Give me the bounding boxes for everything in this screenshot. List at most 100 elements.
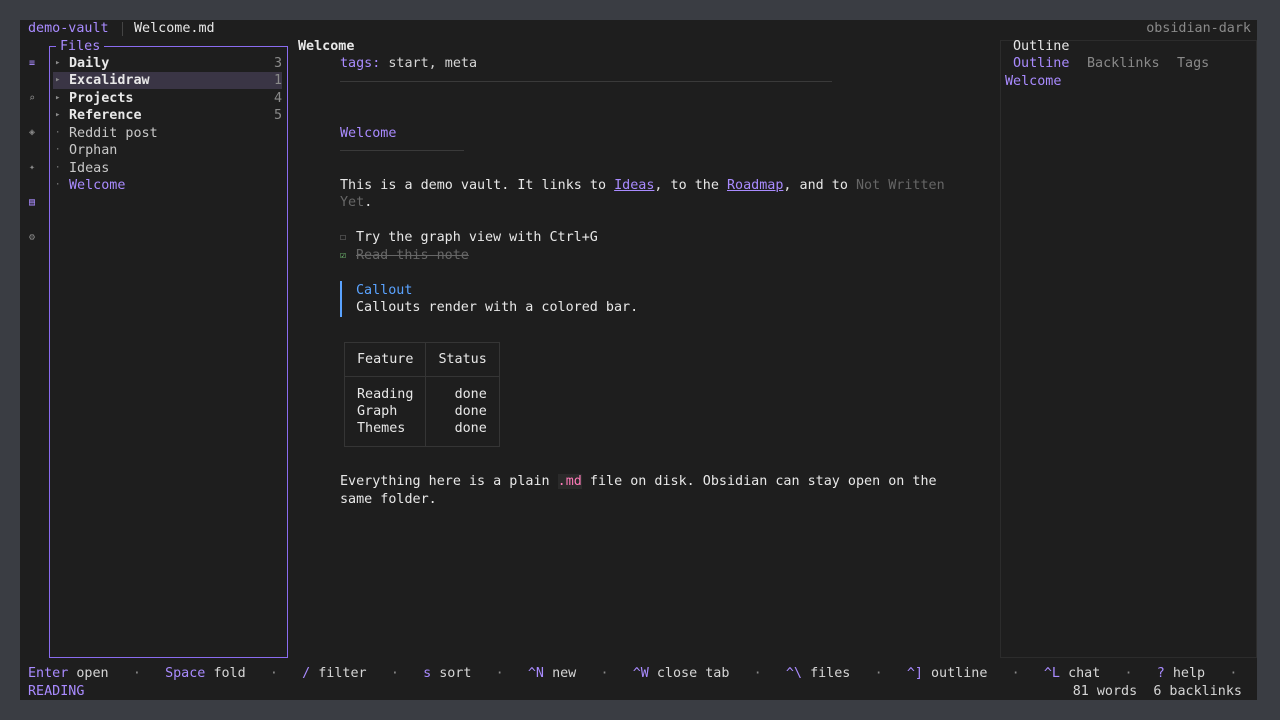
files-icon[interactable]: ≡ <box>26 57 38 71</box>
dot-icon: · <box>55 163 61 173</box>
keybinding-bar: Enter open · Space fold · / filter · s s… <box>28 665 1257 682</box>
tree-item-count: 3 <box>273 56 282 71</box>
mode-indicator: READING <box>28 684 85 699</box>
tree-item-label: Reference <box>69 108 142 123</box>
table-cell: done <box>454 421 487 436</box>
key-space: Space <box>165 666 206 681</box>
chevron-right-icon: ▸ <box>55 93 61 103</box>
key-separator: · <box>1124 666 1133 681</box>
search-icon[interactable]: ⌕ <box>26 92 38 106</box>
tab-backlinks[interactable]: Backlinks <box>1087 55 1160 72</box>
key-label: open <box>76 666 109 681</box>
table-cell: Reading <box>357 387 414 402</box>
tags-value: start, meta <box>388 56 478 71</box>
outline-item-welcome[interactable]: Welcome <box>1005 73 1061 90</box>
key-separator: · <box>390 666 399 681</box>
tree-item-ideas[interactable]: · Ideas <box>53 160 282 177</box>
callout-body: Callouts render with a colored bar. <box>356 300 639 315</box>
chevron-right-icon: ▸ <box>55 58 61 68</box>
chevron-right-icon: ▸ <box>55 75 61 85</box>
tree-item-label: Projects <box>69 91 134 106</box>
link-roadmap[interactable]: Roadmap <box>727 178 783 193</box>
dot-icon: · <box>55 180 61 190</box>
tree-item-projects[interactable]: ▸ Projects 4 <box>53 90 282 107</box>
unresolved-link-not-written[interactable]: Not Written <box>856 178 945 193</box>
key-label: outline <box>931 666 988 681</box>
key-label: filter <box>318 666 367 681</box>
key-label: sort <box>439 666 472 681</box>
checked-box-icon[interactable]: ☑ <box>340 247 346 264</box>
key-label: help <box>1172 666 1206 681</box>
tree-item-excalidraw[interactable]: ▸ Excalidraw 1 <box>53 72 282 89</box>
outline-panel-title: Outline <box>1013 39 1070 54</box>
editor-tab-welcome[interactable]: Welcome <box>298 38 354 55</box>
dot-icon: · <box>55 128 61 138</box>
heading-welcome: Welcome <box>340 126 397 141</box>
table-cell-features: Reading Graph Themes <box>343 376 427 447</box>
key-separator: · <box>1229 666 1238 681</box>
key-label: close tab <box>656 666 730 681</box>
key-separator: · <box>132 666 141 681</box>
unresolved-link-yet[interactable]: Yet <box>340 195 364 210</box>
key-label: files <box>810 666 851 681</box>
tree-item-daily[interactable]: ▸ Daily 3 <box>53 55 282 72</box>
key-slash: / <box>302 666 311 681</box>
table-cell: Graph <box>357 404 398 419</box>
frontmatter-divider <box>340 81 832 82</box>
tree-item-orphan[interactable]: · Orphan <box>53 142 282 159</box>
table-cell: Themes <box>357 421 406 436</box>
paragraph-line-1: This is a demo vault. It links to Ideas,… <box>340 177 945 194</box>
callout-bar <box>340 281 342 317</box>
tab-tags[interactable]: Tags <box>1177 55 1209 72</box>
task-item-read-note: Read this note <box>356 248 469 263</box>
tree-item-label: Ideas <box>69 161 110 176</box>
app-window: demo-vault Welcome.md obsidian-dark ≡ ⌕ … <box>20 20 1257 700</box>
key-separator: · <box>1011 666 1020 681</box>
task-item-graph-view: Try the graph view with Ctrl+G <box>356 230 598 245</box>
key-label: new <box>552 666 577 681</box>
status-right: 81 words 6 backlinks <box>1073 683 1242 700</box>
table-cell: done <box>454 404 487 419</box>
tree-item-label: Daily <box>69 56 110 71</box>
key-ctrl-n: ^N <box>527 666 544 681</box>
unchecked-box-icon[interactable]: ☐ <box>340 229 346 246</box>
settings-icon[interactable]: ⚙ <box>26 231 38 245</box>
paragraph-text: Everything here is a plain <box>340 474 558 489</box>
backlink-count: 6 backlinks <box>1153 684 1242 699</box>
dot-icon: · <box>55 145 61 155</box>
tree-item-count: 5 <box>273 108 282 123</box>
tree-item-reddit-post[interactable]: · Reddit post <box>53 125 282 142</box>
paragraph-text: , to the <box>654 178 727 193</box>
tree-item-count: 4 <box>273 91 282 106</box>
files-panel-title: Files <box>56 38 105 55</box>
key-ctrl-backslash: ^\ <box>785 666 802 681</box>
key-separator: · <box>753 666 762 681</box>
inline-code: .md <box>557 474 582 489</box>
chevron-right-icon: ▸ <box>55 110 61 120</box>
bookmark-icon[interactable]: ▤ <box>26 196 38 210</box>
tree-item-label: Orphan <box>69 143 118 158</box>
key-separator: · <box>495 666 504 681</box>
tree-item-reference[interactable]: ▸ Reference 5 <box>53 107 282 124</box>
frontmatter-tags: tags: start, meta <box>340 55 477 72</box>
tab-outline[interactable]: Outline <box>1013 55 1069 72</box>
header-divider <box>122 22 123 36</box>
table-header-feature: Feature <box>343 342 427 377</box>
tree-item-welcome[interactable]: · Welcome <box>53 177 282 194</box>
heading-underline <box>340 150 464 151</box>
paragraph-text: This is a demo vault. It links to <box>340 178 615 193</box>
key-ctrl-bracket: ^] <box>906 666 923 681</box>
link-ideas[interactable]: Ideas <box>614 178 654 193</box>
open-file-name[interactable]: Welcome.md <box>134 20 215 37</box>
tags-key: tags: <box>340 56 381 71</box>
outline-panel <box>1000 40 1257 658</box>
table-cell: done <box>454 387 487 402</box>
key-separator: · <box>269 666 278 681</box>
key-separator: · <box>600 666 609 681</box>
key-s: s <box>423 666 432 681</box>
tree-item-count: 1 <box>273 73 282 88</box>
star-icon[interactable]: ✦ <box>26 161 38 175</box>
key-question: ? <box>1156 666 1165 681</box>
graph-icon[interactable]: ◈ <box>26 126 38 140</box>
feature-table: Feature Status Reading Graph Themes done do… <box>343 342 500 447</box>
